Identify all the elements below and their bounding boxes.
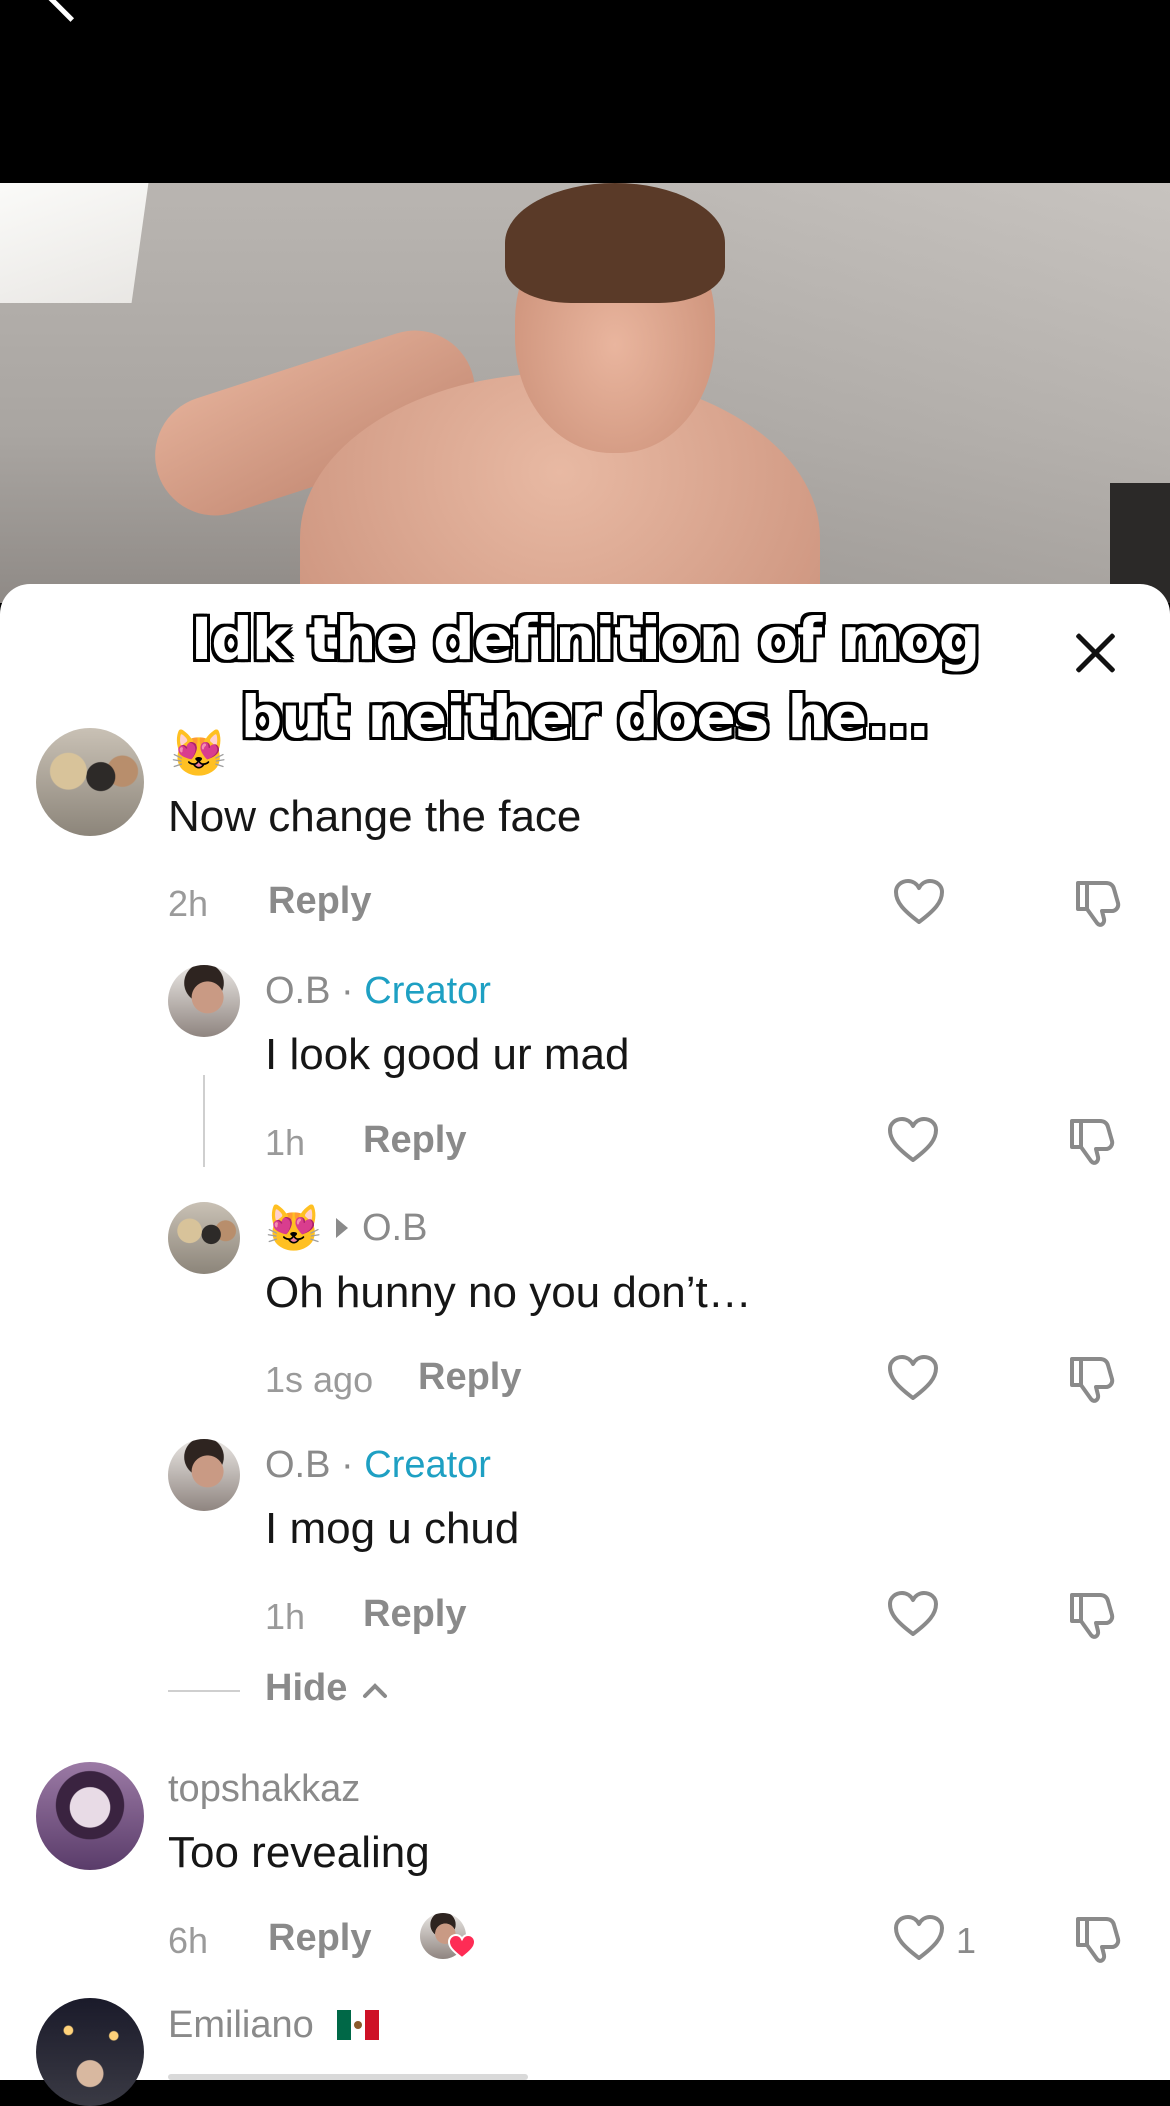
- heart-icon[interactable]: [887, 1590, 939, 1638]
- close-icon[interactable]: [1068, 625, 1124, 681]
- creator-badge: Creator: [364, 1444, 491, 1486]
- comment-text-preview: [168, 2074, 528, 2080]
- heart-icon[interactable]: [887, 1354, 939, 1402]
- comment-text: Too revealing: [168, 1828, 430, 1877]
- reply-author-line: O.B · Creator: [265, 1444, 491, 1487]
- separator: ·: [341, 970, 354, 1012]
- comment-time: 6h: [168, 1920, 209, 1961]
- heart-icon[interactable]: [893, 1914, 945, 1962]
- dislike-icon[interactable]: [1066, 1353, 1118, 1405]
- reply-button[interactable]: Reply: [418, 1356, 521, 1399]
- reply-to-username[interactable]: O.B: [362, 1207, 427, 1250]
- username-emoji[interactable]: 😻: [170, 730, 227, 776]
- creator-liked-heart-icon: [448, 1934, 476, 1960]
- heart-icon[interactable]: [893, 878, 945, 926]
- dislike-icon[interactable]: [1072, 877, 1124, 929]
- separator: ·: [341, 1444, 354, 1486]
- top-bar: [0, 0, 1170, 183]
- username[interactable]: O.B: [265, 1444, 330, 1486]
- comment-time: 2h: [168, 883, 209, 924]
- dislike-icon[interactable]: [1066, 1115, 1118, 1167]
- reply-to-arrow-icon: [336, 1218, 348, 1238]
- reply-button[interactable]: Reply: [363, 1593, 466, 1636]
- comment-time: 1h: [265, 1122, 306, 1163]
- chevron-up-icon: [362, 1683, 387, 1698]
- reply-author-line: O.B · Creator: [265, 970, 491, 1013]
- avatar[interactable]: [168, 1202, 240, 1274]
- comment-text: Oh hunny no you don’t…: [265, 1268, 752, 1317]
- ceiling-light: [0, 183, 149, 303]
- avatar[interactable]: [168, 965, 240, 1037]
- avatar[interactable]: [36, 1998, 144, 2106]
- comment-time: 1s ago: [265, 1359, 374, 1400]
- comment-time: 1h: [265, 1596, 306, 1637]
- avatar[interactable]: [168, 1439, 240, 1511]
- avatar[interactable]: [36, 1762, 144, 1870]
- comment-text: I mog u chud: [265, 1504, 520, 1553]
- reply-button[interactable]: Reply: [268, 1917, 371, 1960]
- username[interactable]: O.B: [265, 970, 330, 1012]
- hide-divider: [168, 1690, 240, 1692]
- reply-button[interactable]: Reply: [268, 880, 371, 923]
- mexico-flag-icon: [337, 2010, 379, 2040]
- dislike-icon[interactable]: [1072, 1913, 1124, 1965]
- hide-replies-button[interactable]: Hide: [265, 1667, 388, 1710]
- heart-icon[interactable]: [887, 1116, 939, 1164]
- username-emoji[interactable]: 😻: [265, 1205, 322, 1251]
- creator-badge: Creator: [364, 970, 491, 1012]
- video-subject-hair: [505, 183, 725, 303]
- comment-text: I look good ur mad: [265, 1030, 630, 1079]
- hide-label: Hide: [265, 1667, 348, 1709]
- avatar[interactable]: [36, 728, 144, 836]
- video-caption: Idk the definition of mog but neither do…: [190, 605, 981, 751]
- reply-button[interactable]: Reply: [363, 1119, 466, 1162]
- username[interactable]: Emiliano: [168, 2004, 314, 2047]
- like-count: 1: [956, 1920, 977, 1961]
- comment-text: Now change the face: [168, 792, 582, 841]
- video-player[interactable]: [0, 183, 1170, 603]
- thread-line: [203, 1075, 205, 1167]
- dislike-icon[interactable]: [1066, 1589, 1118, 1641]
- back-arrow-icon[interactable]: [47, 0, 94, 22]
- username[interactable]: topshakkaz: [168, 1768, 360, 1811]
